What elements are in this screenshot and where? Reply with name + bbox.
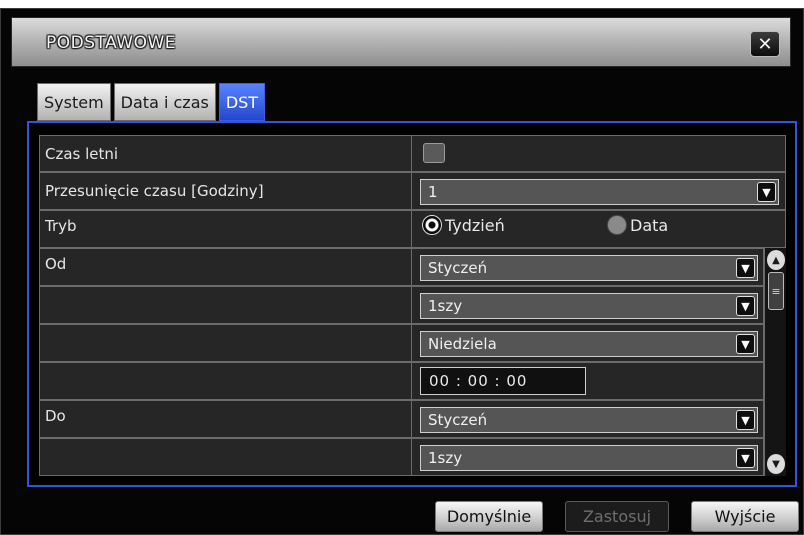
radio-date-label: Data [630,215,669,235]
chevron-down-icon: ▼ [736,448,755,468]
row-from-day: Niedziela ▼ [39,324,764,362]
to-label: Do [40,401,412,437]
radio-week[interactable]: Tydzień [422,215,505,235]
radio-date[interactable]: Data [607,215,668,235]
row-to-month: Do Styczeń ▼ [39,400,764,438]
chevron-down-icon: ▼ [757,182,776,202]
close-icon[interactable]: ✕ [750,31,780,57]
from-month-value: Styczeń [428,259,488,277]
tab-dst[interactable]: DST [218,83,266,121]
offset-select[interactable]: 1 ▼ [420,179,779,205]
row-to-week: 1szy ▼ [39,438,764,476]
to-week-label-cell [40,439,412,475]
offset-value: 1 [428,183,438,201]
tab-system[interactable]: System [37,83,111,121]
offset-label: Przesunięcie czasu [Godziny] [40,173,412,209]
scroll-thumb[interactable]: ≡ [768,272,784,310]
to-month-select[interactable]: Styczeń ▼ [420,407,758,433]
apply-button[interactable]: Zastosuj [565,501,669,532]
chevron-down-icon: ▼ [736,410,755,430]
from-month-select[interactable]: Styczeń ▼ [420,255,758,281]
exit-button[interactable]: Wyjście [691,501,799,532]
row-dst-enable: Czas letni [39,135,786,172]
dst-panel: Czas letni Przesunięcie czasu [Godziny] … [27,121,797,487]
chevron-down-icon: ▼ [736,296,755,316]
row-from-month: Od Styczeń ▼ [39,248,764,286]
tab-date-time[interactable]: Data i czas [113,83,216,121]
from-week-select[interactable]: 1szy ▼ [420,293,758,319]
from-week-label-cell [40,287,412,323]
chevron-down-icon: ▼ [736,334,755,354]
title-bar: PODSTAWOWE ✕ [11,17,791,67]
mode-label: Tryb [40,211,412,247]
defaults-button[interactable]: Domyślnie [435,501,543,532]
from-week-value: 1szy [428,297,463,315]
chevron-down-icon: ▼ [736,258,755,278]
scroll-up-icon[interactable]: ▲ [767,250,785,270]
from-day-label-cell [40,325,412,361]
radio-week-label: Tydzień [445,215,505,235]
from-day-value: Niedziela [428,335,497,353]
from-day-select[interactable]: Niedziela ▼ [420,331,758,357]
to-month-value: Styczeń [428,411,488,429]
from-time-input[interactable]: 00 : 00 : 00 [420,367,586,395]
row-from-time: 00 : 00 : 00 [39,362,764,400]
tab-bar: System Data i czas DST [37,83,266,121]
row-mode: Tryb Tydzień Data [39,210,786,248]
from-time-label-cell [40,363,412,399]
window-title: PODSTAWOWE [46,33,177,53]
settings-window: PODSTAWOWE ✕ System Data i czas DST Czas… [0,8,804,535]
row-time-offset: Przesunięcie czasu [Godziny] 1 ▼ [39,172,786,210]
to-week-value: 1szy [428,449,463,467]
to-week-select[interactable]: 1szy ▼ [420,445,758,471]
scrollbar[interactable]: ▲ ≡ ▼ [764,248,786,476]
radio-unselected-icon [607,215,627,235]
from-label: Od [40,249,412,285]
dst-checkbox[interactable] [423,143,445,163]
radio-selected-icon [422,215,442,235]
scroll-down-icon[interactable]: ▼ [767,454,785,474]
dst-label: Czas letni [40,136,412,171]
row-from-week: 1szy ▼ [39,286,764,324]
